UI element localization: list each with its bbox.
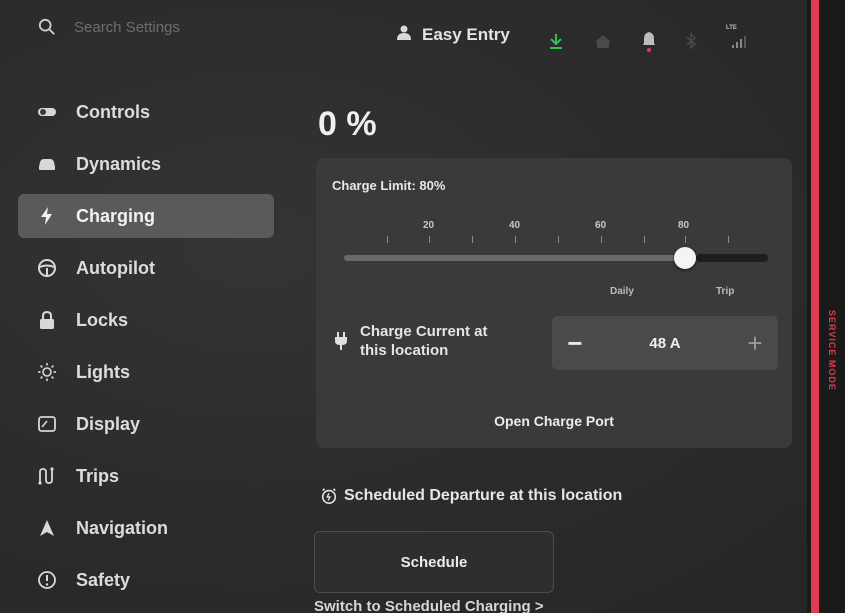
charge-current-label-line1: Charge Current at [360, 323, 488, 340]
scale-tick [728, 236, 729, 243]
range-label-daily: Daily [610, 286, 634, 297]
bell-icon[interactable] [642, 30, 656, 52]
download-icon[interactable] [548, 33, 564, 49]
sidebar-item-dynamics[interactable]: Dynamics [18, 142, 274, 186]
scale-tick [601, 236, 602, 243]
scale-tick [685, 236, 686, 243]
search-icon [38, 18, 56, 36]
settings-sidebar: Controls Dynamics Charging Autopilot Loc… [18, 90, 274, 610]
charge-current-row: Charge Current at this location [334, 322, 488, 360]
steering-wheel-icon [36, 257, 58, 279]
scale-label-20: 20 [423, 220, 435, 231]
sidebar-item-label: Autopilot [76, 257, 155, 278]
charge-current-label-line2: this location [360, 342, 449, 359]
sidebar-item-label: Safety [76, 569, 131, 590]
lte-signal-icon: LTE [726, 25, 748, 49]
scale-tick [515, 236, 516, 243]
sidebar-item-label: Navigation [76, 517, 169, 538]
sun-icon [36, 361, 58, 383]
home-icon[interactable] [594, 33, 612, 49]
slider-thumb[interactable] [674, 247, 696, 269]
display-icon [36, 413, 58, 435]
sidebar-item-label: Locks [76, 309, 129, 330]
open-charge-port-button[interactable]: Open Charge Port [316, 394, 792, 448]
charging-panel: Charge Limit: 80% 20 40 60 80 Daily Trip… [316, 158, 792, 448]
slider-fill-daily [344, 255, 696, 261]
sidebar-item-navigation[interactable]: Navigation [18, 506, 274, 550]
scheduled-departure-title: Scheduled Departure at this location [344, 487, 623, 504]
sidebar-item-label: Trips [76, 465, 120, 486]
profile-name: Easy Entry [422, 24, 510, 44]
sidebar-item-trips[interactable]: Trips [18, 454, 274, 498]
schedule-button[interactable]: Schedule [314, 531, 554, 593]
increase-current-button[interactable]: + [744, 328, 766, 359]
bluetooth-icon[interactable] [686, 33, 696, 49]
sidebar-item-locks[interactable]: Locks [18, 298, 274, 342]
sidebar-item-label: Controls [76, 101, 150, 122]
sidebar-item-controls[interactable]: Controls [18, 90, 274, 134]
decrease-current-button[interactable]: − [564, 328, 586, 359]
scale-label-80: 80 [678, 220, 690, 231]
sidebar-item-safety[interactable]: Safety [18, 558, 274, 602]
scale-tick [644, 236, 645, 243]
service-mode-bar [811, 0, 819, 613]
scale-label-40: 40 [509, 220, 521, 231]
lightning-icon [36, 205, 58, 227]
lock-icon [36, 309, 58, 331]
car-icon [36, 153, 58, 175]
sidebar-item-charging[interactable]: Charging [18, 194, 274, 238]
scale-tick [558, 236, 559, 243]
alert-circle-icon [36, 569, 58, 591]
slider-trip-zone [696, 254, 768, 262]
toggle-icon [36, 101, 58, 123]
navigation-arrow-icon [36, 517, 58, 539]
sidebar-item-lights[interactable]: Lights [18, 350, 274, 394]
charge-current-value: 48 A [649, 334, 681, 352]
sidebar-item-autopilot[interactable]: Autopilot [18, 246, 274, 290]
scheduled-departure-heading: Scheduled Departure at this location [320, 487, 622, 505]
settings-screen: Easy Entry LTE Controls [0, 0, 845, 613]
scale-label-60: 60 [595, 220, 607, 231]
user-icon [396, 24, 412, 45]
driver-profile[interactable]: Easy Entry [396, 24, 510, 45]
sidebar-item-label: Lights [76, 361, 130, 382]
charge-limit-slider[interactable] [344, 254, 768, 262]
range-label-trip: Trip [716, 286, 735, 297]
alarm-clock-icon [320, 487, 338, 505]
charge-current-label: Charge Current at this location [360, 322, 488, 360]
switch-to-scheduled-charging-link[interactable]: Switch to Scheduled Charging > [314, 598, 544, 613]
trips-icon [36, 465, 58, 487]
network-label: LTE [726, 25, 737, 31]
status-icons: LTE [548, 25, 748, 52]
charge-current-stepper: − 48 A + [552, 316, 778, 370]
plug-icon [334, 331, 348, 351]
scale-tick [387, 236, 388, 243]
scale-tick [472, 236, 473, 243]
sidebar-item-label: Dynamics [76, 153, 162, 174]
charge-limit-label: Charge Limit: 80% [332, 178, 446, 193]
service-mode-label: SERVICE MODE [827, 310, 837, 391]
scale-tick [429, 236, 430, 243]
sidebar-item-label: Charging [76, 205, 155, 226]
search-input[interactable] [74, 18, 274, 36]
sidebar-item-display[interactable]: Display [18, 402, 274, 446]
search-bar[interactable] [38, 14, 298, 40]
sidebar-item-label: Display [76, 413, 141, 434]
battery-percent: 0 % [318, 105, 377, 143]
